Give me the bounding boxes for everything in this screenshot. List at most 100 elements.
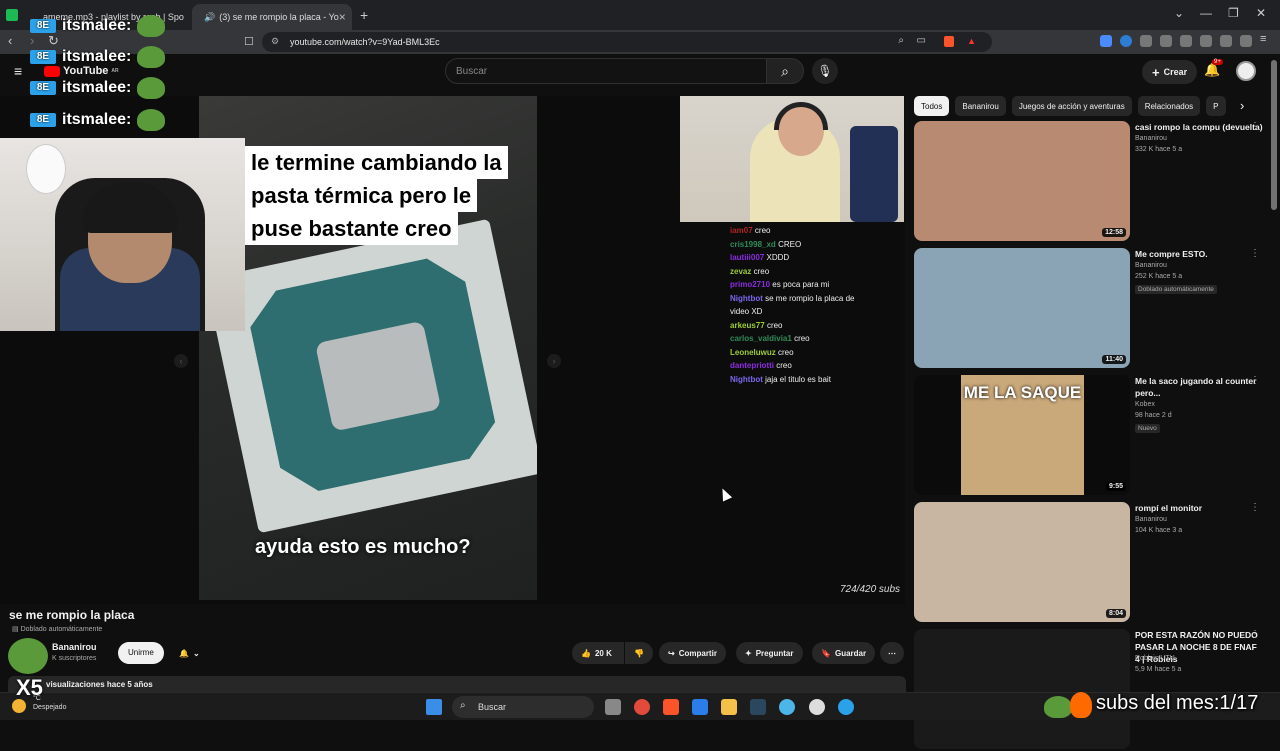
telegram-icon[interactable] (838, 699, 854, 715)
more-options-icon[interactable]: ⋮ (1250, 248, 1260, 259)
cast-icon[interactable]: ▭ (917, 35, 926, 46)
site-info-icon[interactable]: ⚙ (271, 36, 279, 47)
recommendation-item[interactable]: 11:40 Me compre ESTO. Bananirou 252 K hace … (914, 248, 1264, 370)
close-tab-icon[interactable]: × (339, 10, 346, 24)
more-icon: ⋯ (888, 648, 896, 658)
voice-search-button[interactable]: 🎙 (812, 58, 838, 84)
channel-avatar[interactable] (8, 638, 48, 674)
like-button[interactable]: 👍 20 K (572, 642, 624, 664)
subscribe-bell-button[interactable]: 🔔 ⌄ (170, 642, 209, 664)
chips-next-icon[interactable]: › (1240, 98, 1244, 113)
share-button[interactable]: ↪ Compartir (659, 642, 726, 664)
search-input[interactable]: Buscar (445, 58, 767, 84)
taskbar-search[interactable]: ⌕ Buscar (452, 696, 594, 718)
recommendation-item[interactable]: 12:58 casi rompo la compu (devuelta) Banan… (914, 121, 1264, 243)
filter-chip[interactable]: P (1206, 96, 1226, 116)
join-button[interactable]: Unirme (118, 642, 164, 664)
tab-search-icon[interactable]: ⌄ (1174, 6, 1184, 20)
chevron-down-icon: ⌄ (192, 648, 200, 658)
chat-text: creo (776, 361, 792, 370)
filter-chip[interactable]: Bananirou (955, 96, 1006, 116)
sidebar-icon[interactable] (1180, 35, 1192, 47)
app-icon[interactable] (6, 9, 18, 21)
create-button[interactable]: + Crear (1142, 60, 1198, 84)
brave-shield-icon[interactable] (944, 36, 954, 47)
recommendation-channel[interactable]: Bananirou (1135, 516, 1167, 523)
zoom-icon[interactable]: ⌕ (898, 35, 904, 46)
share-label: Compartir (678, 648, 717, 658)
filter-chip[interactable]: Relacionados (1137, 96, 1201, 116)
video-thumbnail[interactable]: 12:58 (914, 121, 1130, 241)
bookmark-icon[interactable]: ☐ (244, 35, 254, 48)
recommendation-item[interactable]: POR ESTA RAZÓN NO PUEDO PASAR LA NOCHE 8… (914, 629, 1264, 751)
extension-icon[interactable] (1220, 35, 1232, 47)
chrome-icon[interactable] (634, 699, 650, 715)
youtube-logo[interactable]: YouTube AR (44, 65, 119, 77)
chat-overlay-line: 8E itsmalee: (30, 15, 166, 37)
steam-icon[interactable] (750, 699, 766, 715)
share-icon: ↪ (668, 648, 675, 658)
file-explorer-icon[interactable] (721, 699, 737, 715)
obs-icon[interactable] (809, 699, 825, 715)
hamburger-menu-icon[interactable]: ≡ (14, 63, 22, 79)
mic-icon: 🎙 (817, 64, 833, 78)
maximize-icon[interactable]: ❐ (1228, 6, 1239, 20)
pepe-emote-icon (137, 77, 166, 99)
extension-icon[interactable] (1100, 35, 1112, 47)
recommendation-item[interactable]: ME LA SAQUE 9:55 Me la saco jugando al cou… (914, 375, 1264, 497)
chevron-left-icon[interactable]: ‹ (174, 354, 188, 368)
chevron-right-icon[interactable]: › (547, 354, 561, 368)
chat-overlay-line: 8E itsmalee: (30, 109, 166, 131)
video-thumbnail[interactable]: 8:04 (914, 502, 1130, 622)
app-icon[interactable] (779, 699, 795, 715)
chat-username: itsmalee: (62, 48, 132, 65)
extension-icon[interactable] (1160, 35, 1172, 47)
avatar[interactable] (1236, 61, 1256, 81)
url-field[interactable]: ⚙ youtube.com/watch?v=9Yad-BML3Ec ⌕ ▭ ▲ (262, 32, 992, 52)
minimize-icon[interactable]: — (1200, 6, 1212, 20)
recommendation-channel[interactable]: Bananirou (1135, 262, 1167, 269)
video-thumbnail[interactable] (914, 629, 1130, 749)
extension-icon[interactable] (1120, 35, 1132, 47)
recommendation-title[interactable]: rompí el monitor (1135, 502, 1263, 514)
filter-chip[interactable]: Todos (914, 96, 950, 116)
extension-icon[interactable] (1140, 35, 1152, 47)
more-options-icon[interactable]: ⋮ (1250, 502, 1260, 513)
channel-name[interactable]: Bananirou (52, 642, 97, 652)
windows-start-icon[interactable] (426, 699, 442, 715)
save-button[interactable]: 🔖 Guardar (812, 642, 876, 664)
new-tab-button[interactable]: + (360, 7, 368, 23)
recommendation-title[interactable]: casi rompo la compu (devuelta) (1135, 121, 1263, 133)
more-options-icon[interactable]: ⋮ (1250, 375, 1260, 386)
search-icon: ⌕ (781, 62, 789, 79)
vpn-icon[interactable] (1240, 35, 1252, 47)
page-scrollbar[interactable] (1271, 60, 1277, 210)
more-options-icon[interactable]: ⋮ (1250, 629, 1260, 640)
dislike-button[interactable]: 👎 (625, 642, 653, 664)
more-actions-button[interactable]: ⋯ (880, 642, 904, 664)
close-window-icon[interactable]: ✕ (1256, 6, 1266, 20)
search-button[interactable]: ⌕ (766, 58, 804, 84)
more-options-icon[interactable]: ⋮ (1250, 121, 1260, 132)
store-icon[interactable] (692, 699, 708, 715)
wallet-icon[interactable] (1200, 35, 1212, 47)
brave-icon[interactable] (663, 699, 679, 715)
chat-message: Nightbot jaja el titulo es bait (730, 373, 910, 387)
recommendation-item[interactable]: 8:04 rompí el monitor Bananirou 104 K hace … (914, 502, 1264, 624)
ask-button[interactable]: ✦ Preguntar (736, 642, 803, 664)
video-thumbnail[interactable]: ME LA SAQUE 9:55 (914, 375, 1130, 495)
chat-user: arkeus77 (730, 320, 765, 330)
notifications-button[interactable]: 🔔 9+ (1204, 59, 1223, 78)
tab-youtube[interactable]: 🔊 (3) se me rompio la placa - Yo × (192, 4, 352, 30)
recommendation-channel[interactable]: Kobex (1135, 401, 1155, 408)
rewards-icon[interactable]: ▲ (967, 36, 976, 46)
recommendation-channel[interactable]: RobleisIUTU (1135, 655, 1175, 662)
menu-icon[interactable]: ≡ (1260, 33, 1272, 45)
recommendation-title[interactable]: Me la saco jugando al counter pero... (1135, 375, 1263, 399)
task-view-icon[interactable] (605, 699, 621, 715)
filter-chip[interactable]: Juegos de acción y aventuras (1011, 96, 1132, 116)
back-icon[interactable]: ‹ (8, 33, 12, 48)
recommendation-title[interactable]: Me compre ESTO. (1135, 248, 1263, 260)
recommendation-channel[interactable]: Bananirou (1135, 135, 1167, 142)
video-thumbnail[interactable]: 11:40 (914, 248, 1130, 368)
